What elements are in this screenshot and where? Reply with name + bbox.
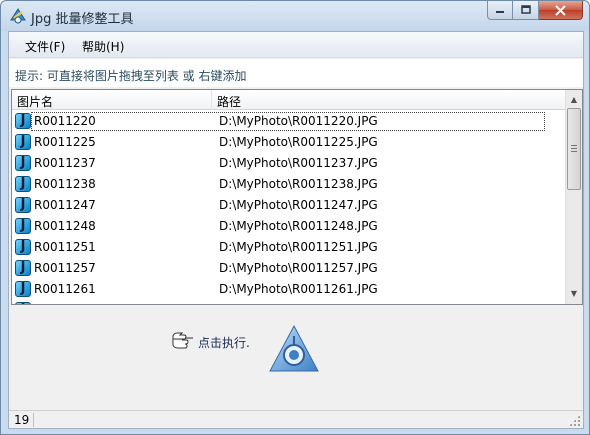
status-item-count: 19 <box>14 413 30 427</box>
list-body: J R0011220 D:\MyPhoto\R0011220.JPG J R001122… <box>12 111 566 304</box>
status-bar: 19 <box>9 410 583 428</box>
list-item[interactable]: J R0011261 D:\MyPhoto\R0011261.JPG <box>12 279 566 300</box>
close-icon <box>555 4 566 16</box>
list-item[interactable]: J R0011237 D:\MyPhoto\R0011237.JPG <box>12 153 566 174</box>
menu-file[interactable]: 文件(F) <box>25 38 65 55</box>
hint-area: 提示: 可直接将图片拖拽至列表 或 右键添加 <box>9 59 583 87</box>
cell-image-path: D:\MyPhoto\R0011237.JPG <box>219 156 378 170</box>
cell-image-path: D:\MyPhoto\R0011248.JPG <box>219 219 378 233</box>
window-controls <box>487 1 583 21</box>
cell-image-path: D:\MyPhoto\R0011247.JPG <box>219 198 378 212</box>
cell-image-path: D:\MyPhoto\R0011238.JPG <box>219 177 378 191</box>
execute-label[interactable]: 点击执行. <box>198 334 250 351</box>
maximize-icon <box>520 5 531 14</box>
jpg-file-icon: J <box>15 176 31 192</box>
list-item[interactable]: J R0011238 D:\MyPhoto\R0011238.JPG <box>12 174 566 195</box>
cell-image-name: R0011238 <box>34 177 96 191</box>
app-icon <box>10 8 26 24</box>
cell-image-name: R0011261 <box>34 282 96 296</box>
minimize-button[interactable] <box>487 1 513 20</box>
list-item[interactable]: J R0011251 D:\MyPhoto\R0011251.JPG <box>12 237 566 258</box>
scroll-grip-icon <box>571 145 577 152</box>
jpg-file-icon: J <box>15 113 31 129</box>
status-separator <box>33 413 34 427</box>
app-logo-icon[interactable] <box>268 324 320 374</box>
scroll-thumb[interactable] <box>567 108 581 190</box>
jpg-file-icon: J <box>15 239 31 255</box>
title-bar[interactable]: Jpg 批量修整工具 <box>1 1 589 31</box>
list-item[interactable]: J R0011225 D:\MyPhoto\R0011225.JPG <box>12 132 566 153</box>
client-area: 文件(F) 帮助(H) 提示: 可直接将图片拖拽至列表 或 右键添加 图片名 路… <box>8 31 584 429</box>
hint-text: 提示: 可直接将图片拖拽至列表 或 右键添加 <box>15 69 247 83</box>
window-title: Jpg 批量修整工具 <box>31 12 134 27</box>
menu-bar: 文件(F) 帮助(H) <box>9 32 583 58</box>
jpg-file-icon: J <box>15 260 31 276</box>
jpg-file-icon: J <box>15 281 31 297</box>
pointing-hand-icon <box>172 332 193 349</box>
cell-image-name: R0011248 <box>34 219 96 233</box>
column-header-name[interactable]: 图片名 <box>12 90 212 110</box>
column-header-path[interactable]: 路径 <box>212 90 566 110</box>
cell-image-name: R0011225 <box>34 135 96 149</box>
minimize-icon <box>496 11 504 13</box>
execute-area: 点击执行. <box>9 306 583 410</box>
cell-image-name: R0011237 <box>34 156 96 170</box>
jpg-file-icon: J <box>15 134 31 150</box>
cell-image-path: D:\MyPhoto\R0011220.JPG <box>219 114 378 128</box>
jpg-file-icon: J <box>15 155 31 171</box>
list-header: 图片名 路径 <box>12 90 566 110</box>
list-item[interactable]: J R0011248 D:\MyPhoto\R0011248.JPG <box>12 216 566 237</box>
maximize-button[interactable] <box>513 1 539 20</box>
scroll-up-arrow-icon[interactable]: ▲ <box>566 92 582 108</box>
cell-image-path: D:\MyPhoto\R0011261.JPG <box>219 282 378 296</box>
jpg-file-icon: J <box>15 302 31 304</box>
list-item[interactable]: J R0011257 D:\MyPhoto\R0011257.JPG <box>12 258 566 279</box>
cell-image-path: D:\MyPhoto\R0011251.JPG <box>219 240 378 254</box>
menu-help[interactable]: 帮助(H) <box>82 38 124 55</box>
list-item[interactable]: J R0011220 D:\MyPhoto\R0011220.JPG <box>12 111 566 132</box>
close-button[interactable] <box>539 1 583 20</box>
app-window: Jpg 批量修整工具 文件(F) 帮助(H) 提示: 可直接将图片拖拽至列表 或… <box>0 0 590 435</box>
jpg-file-icon: J <box>15 197 31 213</box>
jpg-file-icon: J <box>15 218 31 234</box>
vertical-scrollbar[interactable]: ▲ ▼ <box>565 90 582 304</box>
image-list[interactable]: 图片名 路径 J R0011220 D:\MyPhoto\R0011220.JPG J… <box>11 89 583 305</box>
cell-image-name: R0011251 <box>34 240 96 254</box>
scroll-down-arrow-icon[interactable]: ▼ <box>566 286 582 302</box>
cell-image-name: R0011220 <box>34 114 96 128</box>
resize-grip-icon[interactable] <box>569 415 580 426</box>
cell-image-name: R0011257 <box>34 261 96 275</box>
cell-image-path: D:\MyPhoto\R0011225.JPG <box>219 135 378 149</box>
list-item[interactable]: J <box>12 300 566 304</box>
cell-image-path: D:\MyPhoto\R0011257.JPG <box>219 261 378 275</box>
list-item[interactable]: J R0011247 D:\MyPhoto\R0011247.JPG <box>12 195 566 216</box>
cell-image-name: R0011247 <box>34 198 96 212</box>
